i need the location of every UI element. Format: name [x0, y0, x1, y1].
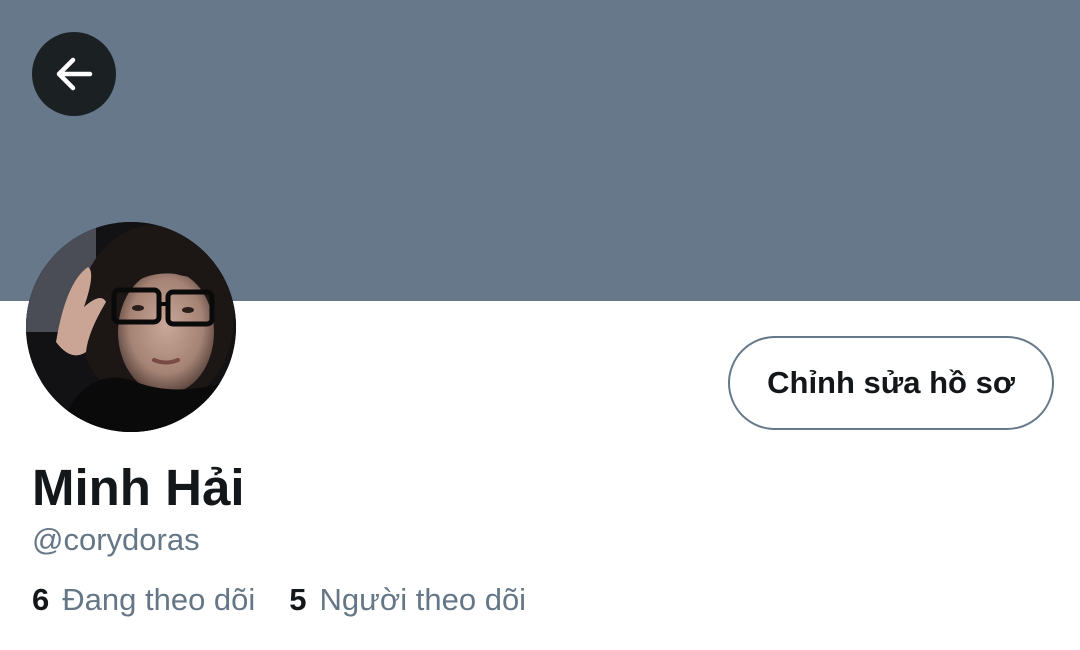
following-label: Đang theo dõi [62, 582, 256, 617]
back-button[interactable] [32, 32, 116, 116]
profile-page: Chỉnh sửa hồ sơ Minh Hải @corydoras 6 Đa… [0, 0, 1080, 650]
followers-count: 5 [289, 582, 307, 617]
arrow-left-icon [52, 52, 96, 96]
followers-link[interactable]: 5 Người theo dõi [289, 580, 526, 620]
followers-label: Người theo dõi [319, 582, 527, 617]
avatar[interactable] [26, 222, 236, 432]
display-name: Minh Hải [32, 459, 245, 516]
edit-profile-button[interactable]: Chỉnh sửa hồ sơ [728, 336, 1054, 430]
profile-handle: @corydoras [32, 522, 200, 557]
following-link[interactable]: 6 Đang theo dõi [32, 580, 255, 620]
follow-stats: 6 Đang theo dõi 5 Người theo dõi [32, 580, 526, 620]
following-count: 6 [32, 582, 50, 617]
